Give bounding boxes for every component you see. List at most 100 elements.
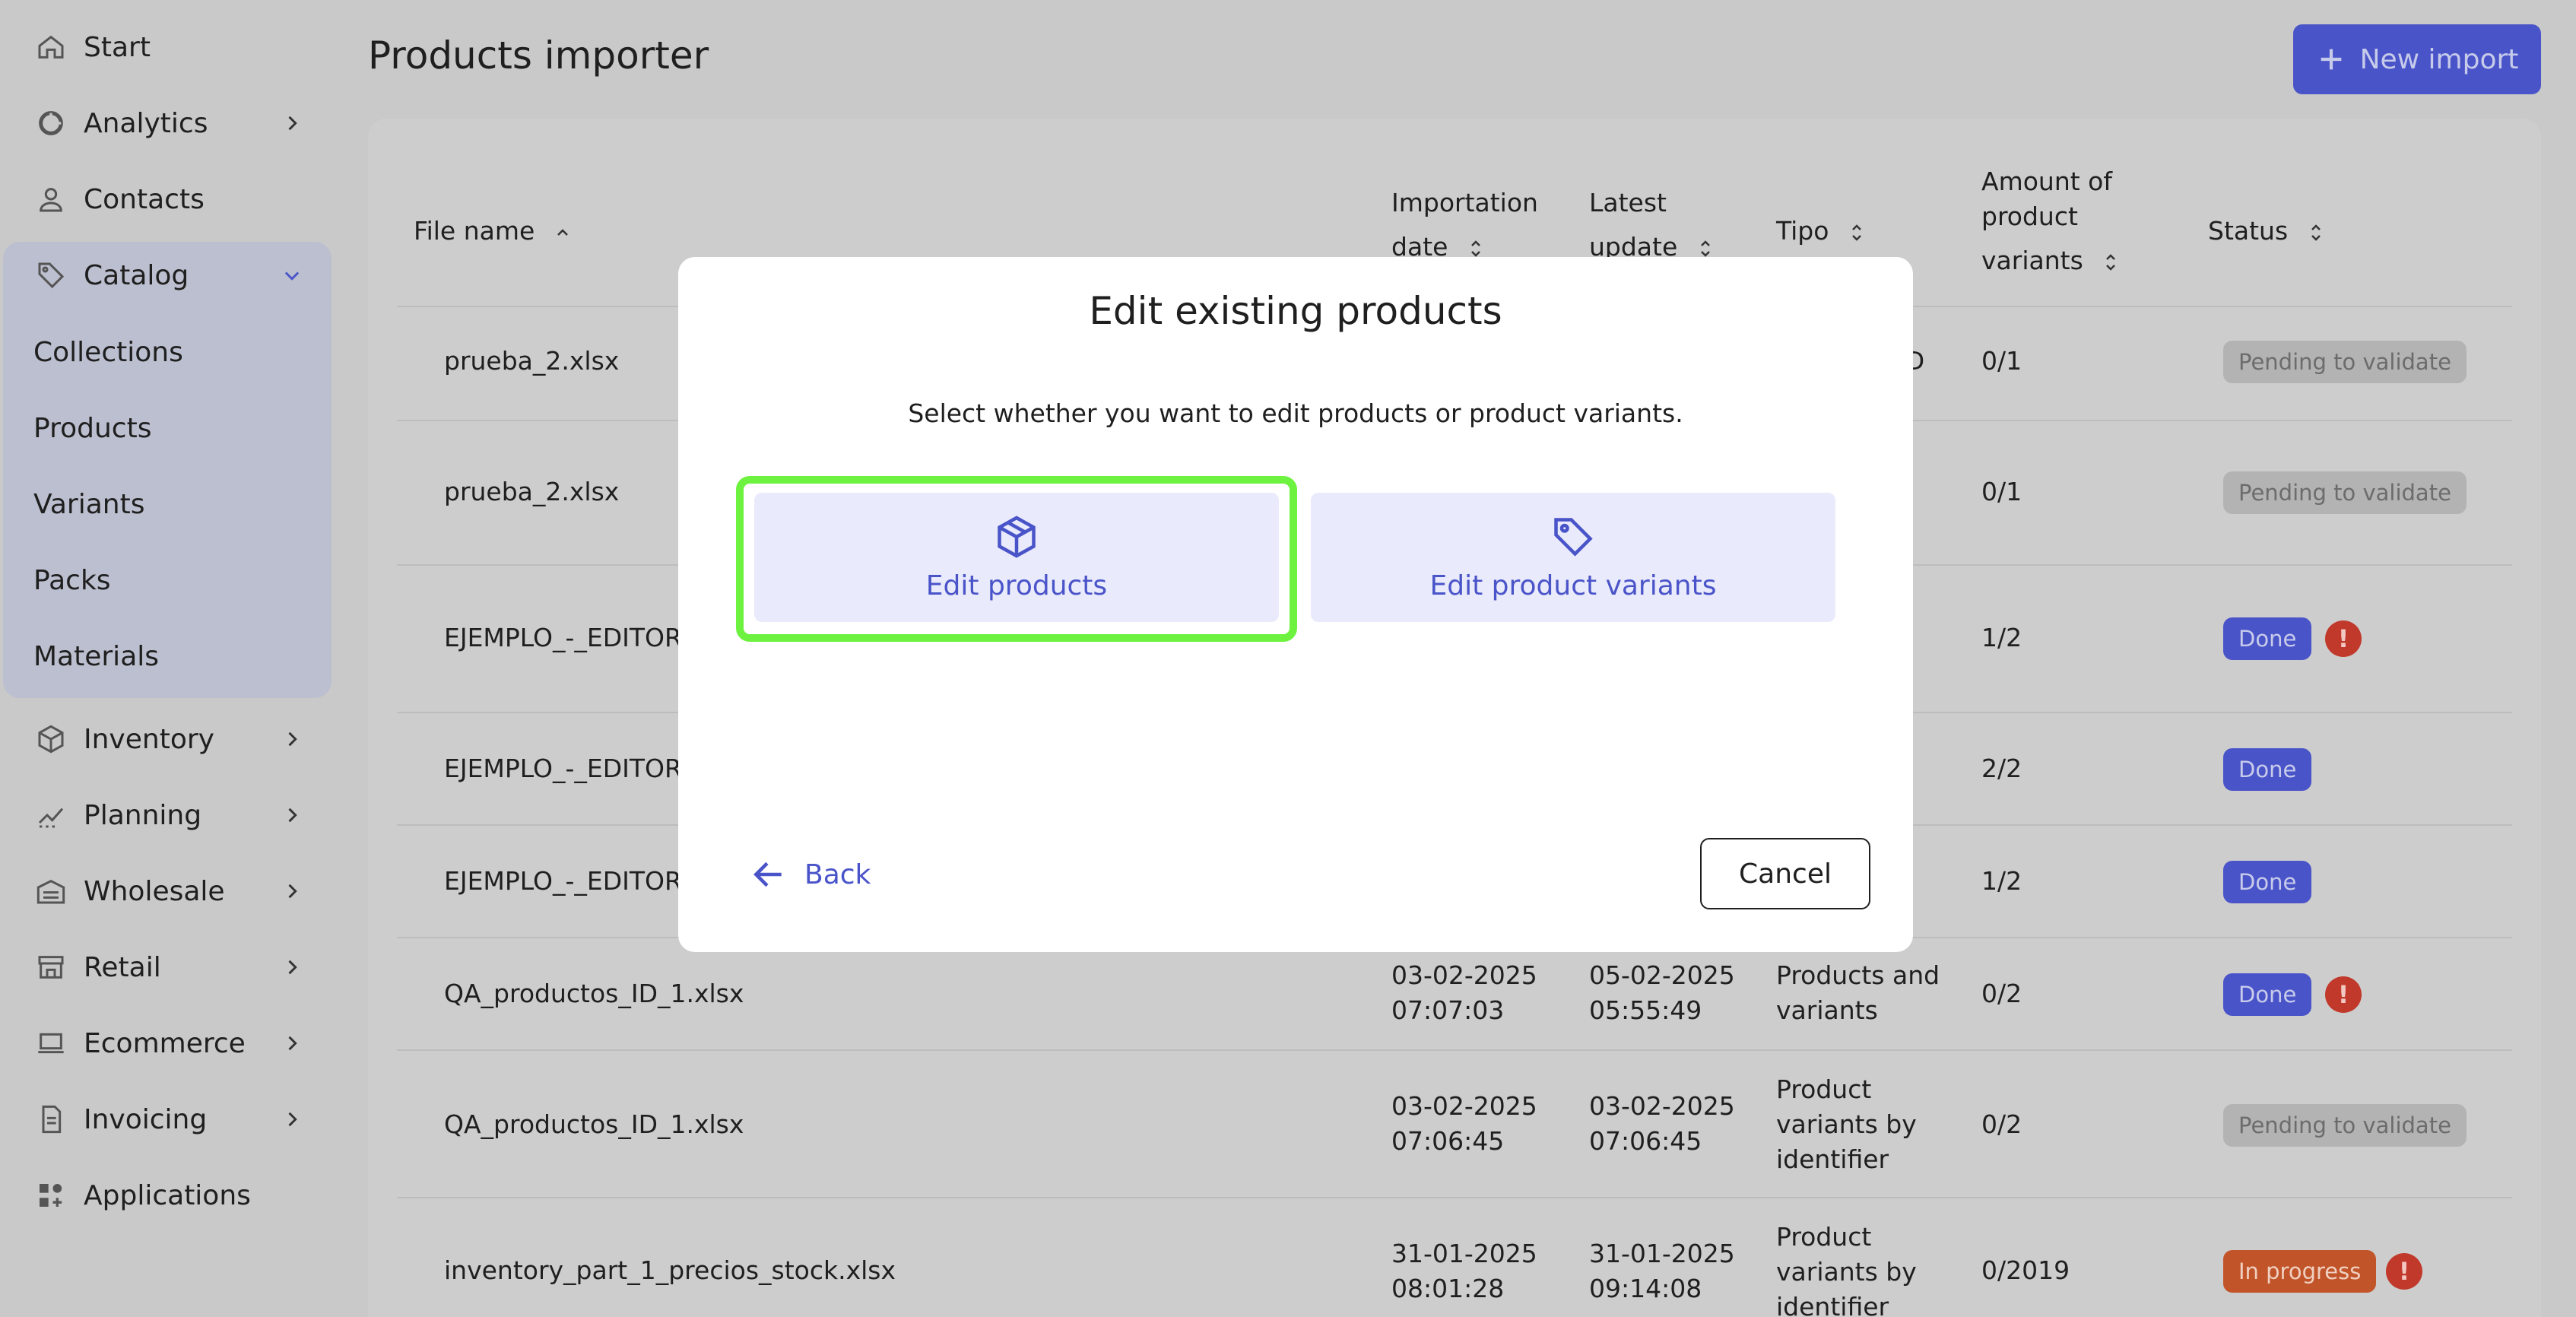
chevron-right-icon bbox=[288, 1112, 297, 1127]
sidebar-item-planning[interactable]: Planning bbox=[17, 783, 328, 847]
arrow-left-icon bbox=[753, 862, 782, 887]
person-icon bbox=[33, 182, 68, 217]
cancel-button[interactable]: Cancel bbox=[1700, 838, 1870, 909]
cell-amount: 0/2 bbox=[1981, 1109, 2022, 1139]
sidebar-subitem-packs[interactable]: Packs bbox=[33, 554, 111, 607]
cell-tipo: Product variants by identifier bbox=[1776, 1074, 1917, 1174]
cell-amount: 2/2 bbox=[1981, 754, 2022, 783]
sort-icon bbox=[1471, 240, 1480, 257]
cell-latest-update: 05-02-2025 05:55:49 bbox=[1589, 960, 1735, 1025]
chevron-down-icon bbox=[284, 271, 300, 281]
sidebar-item-analytics[interactable]: Analytics bbox=[17, 91, 328, 155]
edit-product-variants-option[interactable]: Edit product variants bbox=[1311, 493, 1835, 622]
sidebar-item-catalog[interactable]: Catalog bbox=[17, 243, 328, 307]
sidebar-subitem-collections[interactable]: Collections bbox=[33, 325, 183, 379]
cell-importation-date: 03-02-2025 07:06:45 bbox=[1391, 1091, 1537, 1156]
cell-amount: 1/2 bbox=[1981, 623, 2022, 652]
sidebar-item-label: Applications bbox=[84, 1179, 251, 1211]
modal-description: Select whether you want to edit products… bbox=[908, 398, 1683, 428]
selection-highlight bbox=[736, 476, 1297, 642]
cell-file-name: EJEMPLO_-_EDITOR bbox=[444, 866, 682, 896]
tag-icon bbox=[1554, 517, 1593, 557]
column-header-file-name[interactable]: File name bbox=[414, 209, 570, 253]
chevron-right-icon bbox=[288, 884, 297, 899]
cell-amount: 0/1 bbox=[1981, 346, 2022, 376]
warning-icon[interactable]: ! bbox=[2325, 620, 2362, 657]
sort-icon bbox=[2106, 253, 2116, 271]
box-icon bbox=[33, 722, 68, 757]
plus-icon bbox=[2321, 49, 2341, 70]
store-icon bbox=[33, 950, 68, 985]
sidebar-item-label: Wholesale bbox=[84, 875, 225, 907]
warehouse-icon bbox=[33, 874, 68, 909]
edit-existing-products-modal: Edit existing products Select whether yo… bbox=[678, 257, 1913, 952]
back-label: Back bbox=[804, 858, 871, 890]
apps-icon bbox=[33, 1178, 68, 1213]
status-badge: Pending to validate bbox=[2223, 341, 2467, 383]
column-header-amount[interactable]: Amount of product variants bbox=[1981, 164, 2118, 278]
sidebar-item-label: Invoicing bbox=[84, 1103, 208, 1135]
chevron-right-icon bbox=[288, 960, 297, 975]
sidebar-item-inventory[interactable]: Inventory bbox=[17, 707, 328, 771]
sidebar-item-start[interactable]: Start bbox=[17, 15, 328, 79]
status-badge: Pending to validate bbox=[2223, 1104, 2467, 1147]
cell-file-name: inventory_part_1_precios_stock.xlsx bbox=[444, 1255, 896, 1285]
column-header-importation-date[interactable]: Importation date bbox=[1391, 181, 1538, 269]
status-badge: Done bbox=[2223, 973, 2312, 1016]
new-import-button[interactable]: New import bbox=[2293, 24, 2541, 94]
sidebar-item-label: Ecommerce bbox=[84, 1027, 246, 1059]
warning-icon[interactable]: ! bbox=[2325, 976, 2362, 1013]
status-badge: Done bbox=[2223, 861, 2312, 903]
cell-tipo: Product variants by identifier bbox=[1776, 1222, 1917, 1317]
chevron-right-icon bbox=[288, 1036, 297, 1051]
chevron-right-icon bbox=[288, 731, 297, 747]
new-import-label: New import bbox=[2359, 43, 2519, 75]
cell-amount: 1/2 bbox=[1981, 866, 2022, 896]
cell-file-name: prueba_2.xlsx bbox=[444, 477, 620, 506]
sidebar-item-label: Inventory bbox=[84, 723, 214, 755]
column-header-latest-update[interactable]: Latest update bbox=[1589, 181, 1713, 269]
back-button[interactable]: Back bbox=[750, 847, 871, 902]
sidebar-item-retail[interactable]: Retail bbox=[17, 935, 328, 999]
status-badge: In progress bbox=[2223, 1250, 2377, 1293]
sidebar-item-applications[interactable]: Applications bbox=[17, 1163, 328, 1227]
cell-tipo: Products and variants bbox=[1776, 960, 1940, 1025]
sidebar-subitem-materials[interactable]: Materials bbox=[33, 630, 159, 683]
cell-file-name: EJEMPLO_-_EDITOR bbox=[444, 754, 682, 783]
cell-file-name: QA_productos_ID_1.xlsx bbox=[444, 1109, 744, 1139]
cell-file-name: QA_productos_ID_1.xlsx bbox=[444, 979, 744, 1008]
chevron-right-icon bbox=[288, 808, 297, 823]
modal-title: Edit existing products bbox=[1089, 289, 1502, 333]
cell-amount: 0/2019 bbox=[1981, 1255, 2070, 1285]
sort-icon bbox=[2311, 224, 2321, 241]
sort-icon bbox=[1852, 224, 1861, 241]
sidebar-item-invoicing[interactable]: Invoicing bbox=[17, 1087, 328, 1151]
cell-latest-update: 03-02-2025 07:06:45 bbox=[1589, 1091, 1735, 1156]
home-icon bbox=[33, 30, 68, 65]
cell-amount: 0/1 bbox=[1981, 477, 2022, 506]
sidebar-item-label: Catalog bbox=[84, 259, 189, 291]
sidebar-item-label: Planning bbox=[84, 799, 202, 831]
sidebar-item-label: Analytics bbox=[84, 107, 208, 139]
column-header-tipo[interactable]: Tipo bbox=[1776, 209, 1864, 253]
analytics-icon bbox=[33, 106, 68, 141]
chevron-right-icon bbox=[288, 116, 297, 131]
cell-latest-update: 31-01-2025 09:14:08 bbox=[1589, 1239, 1735, 1303]
edit-product-variants-label: Edit product variants bbox=[1429, 570, 1717, 601]
sidebar-item-label: Retail bbox=[84, 951, 161, 983]
sidebar-item-label: Contacts bbox=[84, 183, 205, 215]
document-icon bbox=[33, 1102, 68, 1137]
sidebar-item-contacts[interactable]: Contacts bbox=[17, 167, 328, 231]
cell-importation-date: 31-01-2025 08:01:28 bbox=[1391, 1239, 1537, 1303]
sidebar-subitem-products[interactable]: Products bbox=[33, 401, 151, 455]
warning-icon[interactable]: ! bbox=[2386, 1253, 2422, 1290]
cell-file-name: EJEMPLO_-_EDITOR bbox=[444, 623, 682, 652]
sidebar-item-wholesale[interactable]: Wholesale bbox=[17, 859, 328, 923]
status-badge: Done bbox=[2223, 748, 2312, 791]
cell-importation-date: 03-02-2025 07:07:03 bbox=[1391, 960, 1537, 1025]
sidebar-subitem-variants[interactable]: Variants bbox=[33, 478, 144, 531]
sidebar-item-label: Start bbox=[84, 31, 151, 63]
column-header-status[interactable]: Status bbox=[2208, 209, 2324, 253]
trend-icon bbox=[33, 798, 68, 833]
sidebar-item-ecommerce[interactable]: Ecommerce bbox=[17, 1011, 328, 1075]
